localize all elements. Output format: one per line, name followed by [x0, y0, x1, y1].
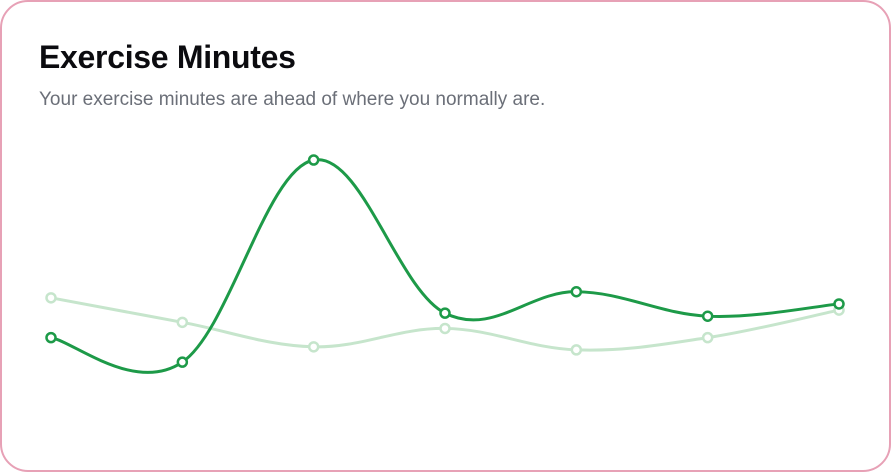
data-point-current-4[interactable] [439, 307, 451, 319]
data-point-average-5[interactable] [570, 344, 583, 356]
data-point-current-2[interactable] [176, 356, 189, 368]
series-current [45, 154, 845, 374]
data-point-current-7[interactable] [833, 298, 845, 310]
data-point-current-1[interactable] [45, 331, 57, 344]
data-point-current-5[interactable] [570, 285, 583, 298]
data-point-current-3[interactable] [307, 154, 320, 166]
series-line-current [49, 158, 841, 374]
data-point-average-6[interactable] [701, 331, 714, 344]
data-point-average-3[interactable] [307, 341, 320, 353]
data-point-average-2[interactable] [176, 316, 189, 329]
data-point-current-6[interactable] [701, 310, 714, 322]
line-chart [45, 154, 845, 374]
series-average [45, 292, 845, 356]
data-point-average-1[interactable] [45, 292, 57, 304]
data-point-average-4[interactable] [439, 322, 451, 335]
